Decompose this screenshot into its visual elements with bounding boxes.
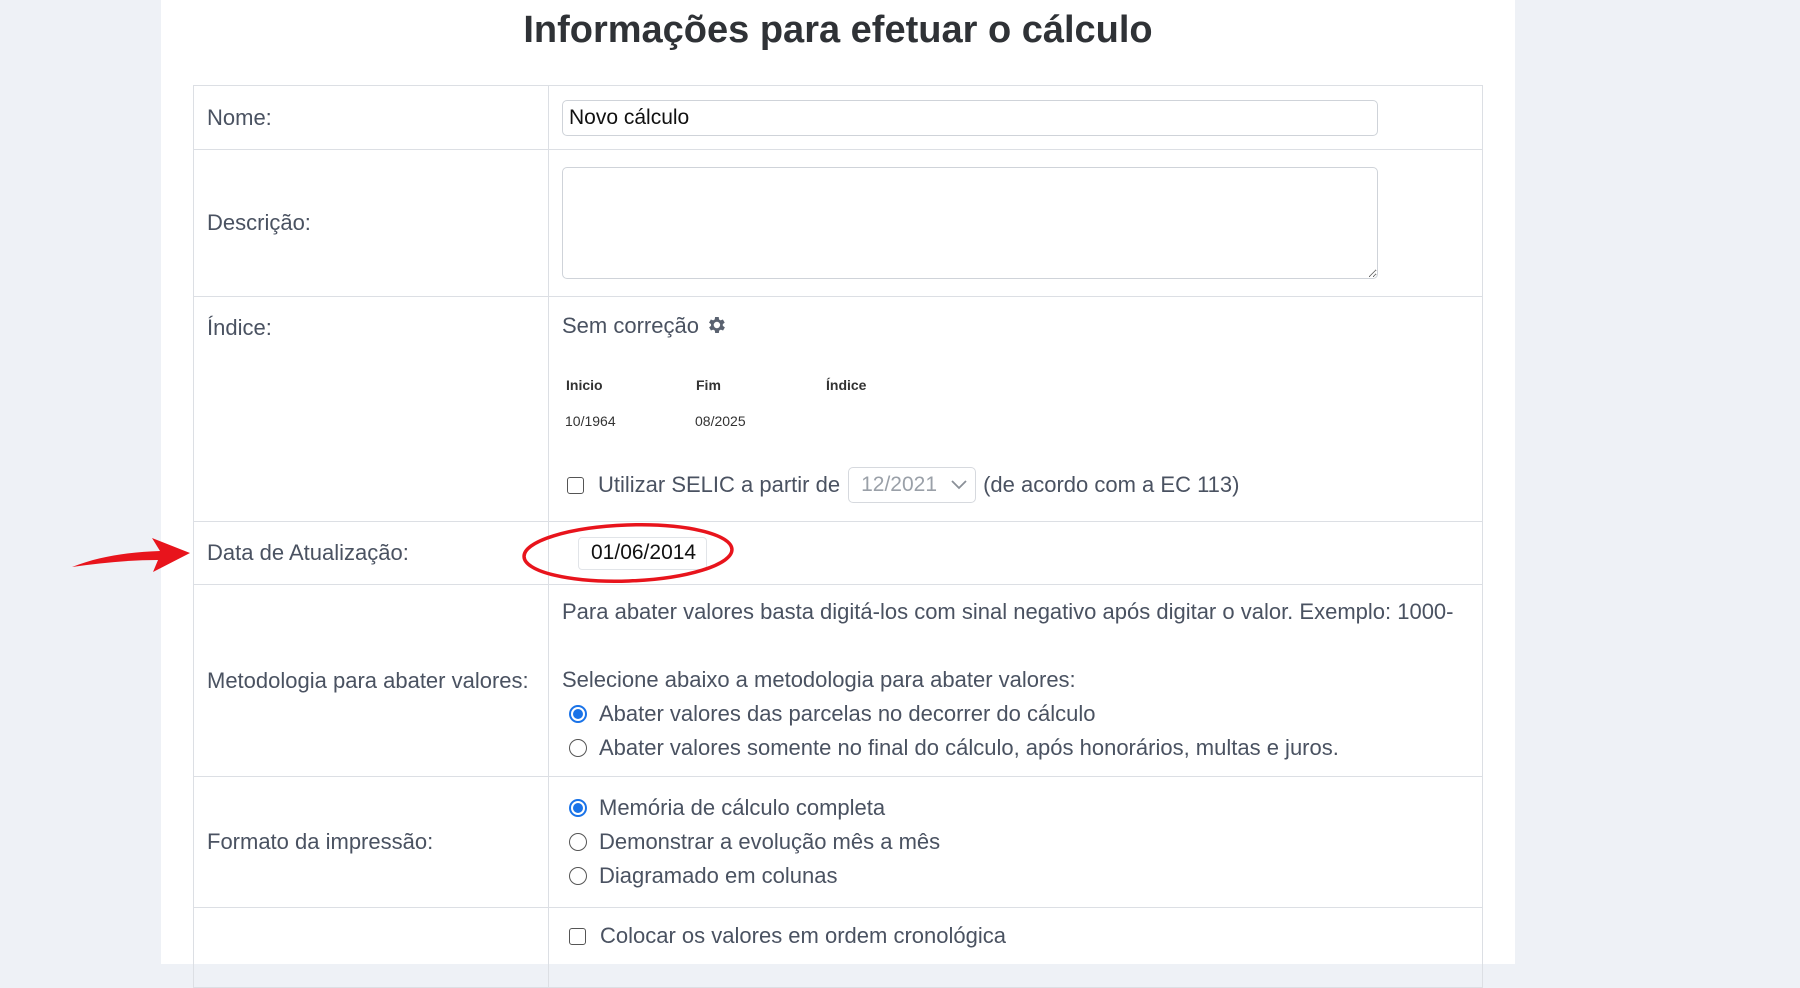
data-atualizacao-label: Data de Atualização:	[193, 521, 549, 585]
metodologia-prompt: Selecione abaixo a metodologia para abat…	[562, 667, 1076, 692]
ordem-label: Colocar os valores em ordem cronológica	[600, 923, 1006, 948]
formato-option[interactable]: Demonstrar a evolução mês a mês	[562, 825, 1482, 859]
nome-input[interactable]	[562, 99, 1378, 136]
col-header-indice: Índice	[826, 377, 867, 393]
descricao-label: Descrição:	[193, 149, 549, 297]
selic-option: Utilizar SELIC a partir de 12/2021 (de a…	[567, 467, 1239, 503]
option-label: Abater valores das parcelas no decorrer …	[599, 701, 1096, 726]
row-data-atualizacao: Data de Atualização: 01/06/2014	[193, 521, 1483, 585]
row-ordem: Colocar os valores em ordem cronológica	[193, 907, 1483, 988]
option-label: Memória de cálculo completa	[599, 795, 886, 820]
option-label: Abater valores somente no final do cálcu…	[599, 735, 1339, 760]
radio-memoria-completa[interactable]	[569, 799, 587, 817]
selic-checkbox[interactable]	[567, 476, 584, 494]
radio-evolucao-mensal[interactable]	[569, 833, 587, 851]
gear-icon[interactable]	[705, 314, 727, 342]
selic-select-value: 12/2021	[861, 473, 938, 496]
metodologia-option[interactable]: Abater valores das parcelas no decorrer …	[562, 697, 1482, 731]
indice-name: Sem correção	[562, 313, 699, 338]
option-label: Demonstrar a evolução mês a mês	[599, 829, 941, 854]
nome-label: Nome:	[193, 85, 549, 150]
ordem-checkbox[interactable]	[569, 927, 586, 945]
row-indice: Índice: Sem correção Inicio Fim Índice 1…	[193, 296, 1483, 522]
row-metodologia: Metodologia para abater valores: Para ab…	[193, 584, 1483, 777]
indice-label: Índice:	[193, 296, 549, 522]
col-header-fim: Fim	[696, 377, 721, 393]
selic-label: Utilizar SELIC a partir de	[598, 472, 841, 497]
cell-inicio: 10/1964	[565, 413, 616, 429]
descricao-textarea[interactable]	[562, 167, 1378, 279]
cell-fim: 08/2025	[695, 413, 746, 429]
calculation-form: Nome: Descrição: Índice: Sem correção In…	[193, 85, 1483, 988]
data-atualizacao-input[interactable]: 01/06/2014	[578, 536, 708, 570]
row-descricao: Descrição:	[193, 149, 1483, 297]
page-title: Informações para efetuar o cálculo	[523, 9, 1153, 51]
radio-abater-decorrer[interactable]	[569, 705, 587, 723]
metodologia-label: Metodologia para abater valores:	[193, 584, 549, 777]
metodologia-hint: Para abater valores basta digitá-los com…	[562, 599, 1454, 624]
radio-diagramado-colunas[interactable]	[569, 867, 587, 885]
selic-suffix: (de acordo com a EC 113)	[983, 472, 1240, 497]
row-formato: Formato da impressão: Memória de cálculo…	[193, 776, 1483, 908]
formato-option[interactable]: Memória de cálculo completa	[562, 791, 1482, 825]
ordem-option[interactable]: Colocar os valores em ordem cronológica	[562, 923, 1482, 949]
metodologia-option[interactable]: Abater valores somente no final do cálcu…	[562, 731, 1482, 765]
col-header-inicio: Inicio	[566, 377, 603, 393]
radio-abater-final[interactable]	[569, 739, 587, 757]
row-nome: Nome:	[193, 85, 1483, 150]
formato-option[interactable]: Diagramado em colunas	[562, 859, 1482, 893]
chevron-down-icon	[951, 480, 967, 490]
selic-month-select[interactable]: 12/2021	[848, 467, 977, 503]
formato-label: Formato da impressão:	[193, 776, 549, 908]
option-label: Diagramado em colunas	[599, 863, 838, 888]
